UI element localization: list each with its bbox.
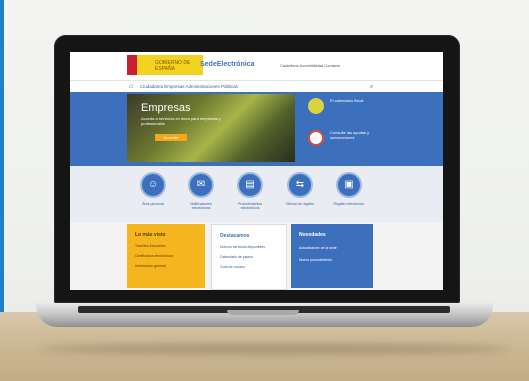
top-links[interactable]: Castellano Accesibilidad Contacto xyxy=(280,63,340,68)
panel-novedades: Novedades Actualización de la sede Nuevo… xyxy=(291,224,373,288)
nav-items[interactable]: Ciudadanía Empresas Administraciones Púb… xyxy=(140,84,238,89)
service-label: Área personal xyxy=(142,202,164,206)
carousel-dots[interactable] xyxy=(197,156,218,162)
folder-icon: ▣ xyxy=(336,172,362,198)
arrow-icon: ⇆ xyxy=(287,172,313,198)
service-registro-electronico[interactable]: ▣ Registro electrónico xyxy=(329,172,369,218)
service-area-personal[interactable]: ☺ Área personal xyxy=(133,172,173,218)
services-band: ☺ Área personal ✉ Notificaciones electró… xyxy=(70,166,443,222)
service-label: Notificaciones electrónicas xyxy=(190,202,212,210)
side-card-calendar[interactable]: El calendario fiscal xyxy=(308,96,378,126)
mail-icon: ✉ xyxy=(188,172,214,198)
document-icon: ▤ xyxy=(237,172,263,198)
calendar-icon xyxy=(308,98,324,114)
badge-icon xyxy=(308,130,324,146)
panel-lo-mas-visto: Lo más visto Trámites frecuentes Certifi… xyxy=(127,224,205,288)
side-card-text: El calendario fiscal xyxy=(330,98,364,103)
side-card-ayudas[interactable]: Consulte las ayudas y subvenciones xyxy=(308,128,378,158)
user-icon: ☺ xyxy=(140,172,166,198)
service-label: Procedimientos electrónicos xyxy=(237,202,263,210)
service-label: Oficina de registro xyxy=(285,202,315,206)
side-card-text: Consulte las ayudas y subvenciones xyxy=(330,130,370,140)
panel-destacamos: Destacamos Nuevos servicios disponibles … xyxy=(211,224,287,290)
hero-subtitle: Acceda a servicios en línea para empresa… xyxy=(141,116,221,126)
portal-name[interactable]: SedeElectrónica xyxy=(200,61,254,68)
hero-button[interactable]: Acceder xyxy=(155,134,187,141)
laptop-screen: GOBIERNO DE ESPAÑA SedeElectrónica Caste… xyxy=(70,52,443,290)
hero-title: Empresas xyxy=(141,102,191,114)
panel-title: Lo más visto xyxy=(135,232,166,238)
hero-banner: Empresas Acceda a servicios en línea par… xyxy=(70,92,443,166)
photo-background: GOBIERNO DE ESPAÑA SedeElectrónica Caste… xyxy=(0,0,529,381)
hero-image[interactable]: Empresas Acceda a servicios en línea par… xyxy=(127,94,295,162)
panel-link[interactable]: Información general xyxy=(135,264,166,268)
home-icon[interactable]: ⌂ xyxy=(129,83,136,90)
panel-link[interactable]: Certificados electrónicos xyxy=(135,254,173,258)
laptop-shadow xyxy=(40,344,510,354)
service-notificaciones[interactable]: ✉ Notificaciones electrónicas xyxy=(181,172,221,218)
panel-title: Novedades xyxy=(299,232,326,238)
panel-link[interactable]: Guía de usuario xyxy=(220,265,245,269)
panel-link[interactable]: Actualización de la sede xyxy=(299,246,337,250)
service-oficina-registro[interactable]: ⇆ Oficina de registro xyxy=(280,172,320,218)
government-logo[interactable]: GOBIERNO DE ESPAÑA xyxy=(127,55,203,75)
panel-title: Destacamos xyxy=(220,233,250,239)
site-header: GOBIERNO DE ESPAÑA SedeElectrónica Caste… xyxy=(70,52,443,80)
service-procedimientos[interactable]: ▤ Procedimientos electrónicos xyxy=(230,172,270,218)
panel-link[interactable]: Nuevos servicios disponibles xyxy=(220,245,265,249)
laptop-notch xyxy=(227,310,299,315)
search-icon[interactable]: ⌕ xyxy=(370,83,380,91)
service-label: Registro electrónico xyxy=(333,202,365,206)
content-panels: Lo más visto Trámites frecuentes Certifi… xyxy=(70,222,443,290)
logo-text: GOBIERNO DE ESPAÑA xyxy=(155,60,191,72)
panel-link[interactable]: Nuevo procedimiento xyxy=(299,258,332,262)
panel-link[interactable]: Trámites frecuentes xyxy=(135,244,166,248)
panel-link[interactable]: Calendario de plazos xyxy=(220,255,253,259)
